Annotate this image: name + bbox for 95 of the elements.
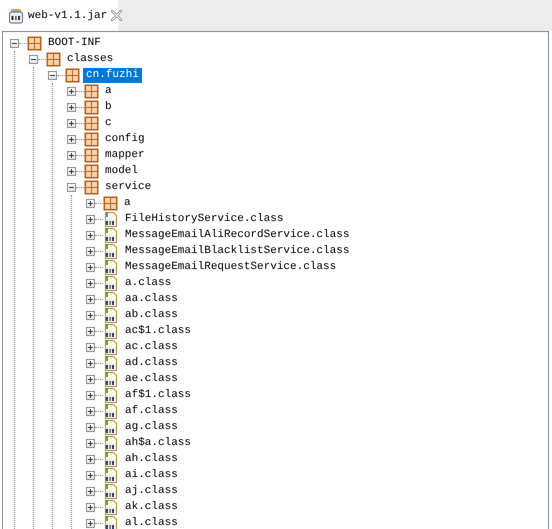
expand-toggle[interactable] [67,166,76,176]
tree-item[interactable]: model [102,164,142,178]
tree-item[interactable]: aj.class [122,484,181,498]
expand-toggle[interactable] [86,486,95,496]
package-icon [84,180,99,194]
class-file-icon [103,515,119,529]
tree-item[interactable]: FileHistoryService.class [122,212,286,226]
package-icon [27,36,42,50]
package-icon [65,68,80,82]
class-file-icon [103,227,119,243]
expand-toggle[interactable] [67,86,76,96]
expand-toggle[interactable] [86,358,95,368]
tree-item[interactable]: ag.class [122,420,181,434]
package-icon [84,84,99,98]
tree-item[interactable]: classes [64,52,116,66]
tree-item[interactable]: MessageEmailRequestService.class [122,260,340,274]
class-file-icon [103,323,119,339]
expand-toggle[interactable] [86,310,95,320]
expand-toggle[interactable] [86,230,95,240]
tree-item[interactable]: c [102,116,115,130]
expand-toggle[interactable] [86,246,95,256]
class-file-icon [103,403,119,419]
expand-toggle[interactable] [67,102,76,112]
expand-toggle[interactable] [86,470,95,480]
tree-item[interactable]: aa.class [122,292,181,306]
tree-item[interactable]: ad.class [122,356,181,370]
class-file-icon [103,243,119,259]
tree-item[interactable]: service [102,180,154,194]
expand-toggle[interactable] [67,118,76,128]
package-icon [84,100,99,114]
class-file-icon [103,467,119,483]
collapse-toggle[interactable] [48,70,57,80]
expand-toggle[interactable] [86,518,95,528]
class-file-icon [103,211,119,227]
expand-toggle[interactable] [86,406,95,416]
package-icon [46,52,61,66]
class-file-icon [103,387,119,403]
tree-item[interactable]: ai.class [122,468,181,482]
tree-item[interactable]: af.class [122,404,181,418]
tree-item[interactable]: ah$a.class [122,436,194,450]
tree-item[interactable]: ah.class [122,452,181,466]
class-file-icon [103,307,119,323]
expand-toggle[interactable] [86,262,95,272]
expand-toggle[interactable] [86,326,95,336]
package-icon [84,132,99,146]
package-icon [84,116,99,130]
expand-toggle[interactable] [86,374,95,384]
package-icon [84,148,99,162]
tree-item[interactable]: a.class [122,276,174,290]
close-icon[interactable] [111,10,122,21]
expand-toggle[interactable] [86,422,95,432]
tree-item[interactable]: ac$1.class [122,324,194,338]
tree-item[interactable]: config [102,132,148,146]
expand-toggle[interactable] [86,502,95,512]
package-icon [103,196,118,210]
jar-file-icon [8,8,24,24]
tree-item[interactable]: ab.class [122,308,181,322]
tree-item[interactable]: a [102,84,115,98]
class-file-icon [103,451,119,467]
class-file-icon [103,371,119,387]
expand-toggle[interactable] [86,294,95,304]
tree-item[interactable]: BOOT-INF [45,36,104,50]
tree-item[interactable]: MessageEmailBlacklistService.class [122,244,352,258]
tree-item[interactable]: MessageEmailAliRecordService.class [122,228,352,242]
expand-toggle[interactable] [86,278,95,288]
expand-toggle[interactable] [86,198,95,208]
class-file-icon [103,275,119,291]
expand-toggle[interactable] [67,150,76,160]
collapse-toggle[interactable] [10,38,19,48]
tree-item[interactable]: al.class [122,516,181,529]
expand-toggle[interactable] [86,454,95,464]
tree-item[interactable]: ae.class [122,372,181,386]
tree-item[interactable]: ak.class [122,500,181,514]
collapse-toggle[interactable] [67,182,76,192]
class-file-icon [103,355,119,371]
package-icon [84,164,99,178]
tree-item[interactable]: a [121,196,134,210]
class-file-icon [103,339,119,355]
tree-item[interactable]: mapper [102,148,148,162]
tree-item[interactable]: cn.fuzhi [83,68,142,82]
class-file-icon [103,435,119,451]
class-file-icon [103,499,119,515]
expand-toggle[interactable] [67,134,76,144]
collapse-toggle[interactable] [29,54,38,64]
expand-toggle[interactable] [86,438,95,448]
expand-toggle[interactable] [86,390,95,400]
tree-item[interactable]: b [102,100,115,114]
expand-toggle[interactable] [86,342,95,352]
class-file-icon [103,483,119,499]
class-file-icon [103,291,119,307]
class-file-icon [103,259,119,275]
tree-item[interactable]: ac.class [122,340,181,354]
class-file-icon [103,419,119,435]
expand-toggle[interactable] [86,214,95,224]
tree-item[interactable]: af$1.class [122,388,194,402]
